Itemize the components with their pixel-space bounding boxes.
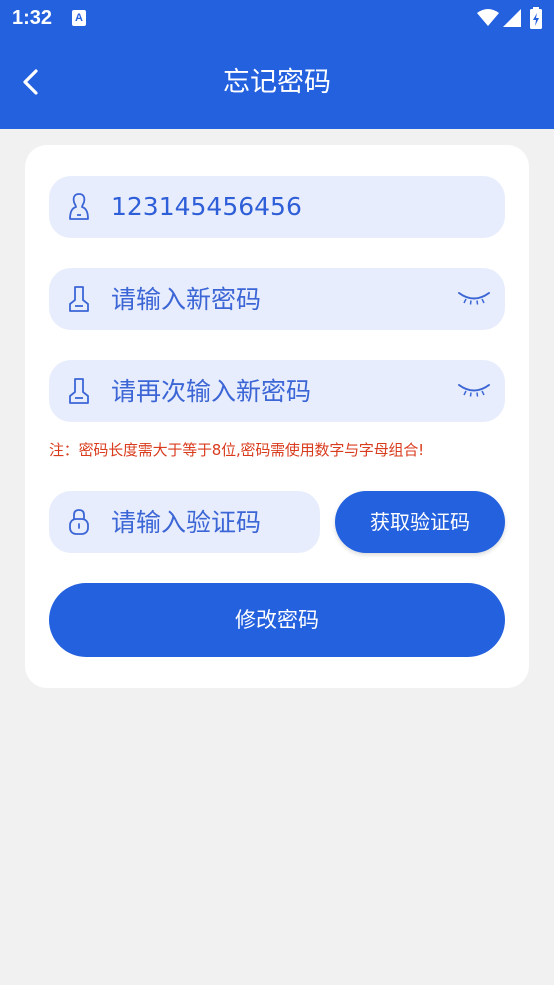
new-password-field: [49, 268, 505, 330]
page-title: 忘记密码: [223, 67, 331, 98]
wifi-icon: [477, 9, 499, 26]
notification-icon: A: [72, 10, 86, 26]
password-rule-note: 注：密码长度需大于等于8位,密码需使用数字与字母组合!: [49, 441, 424, 459]
phone-field[interactable]: 123145456456: [49, 176, 505, 238]
signal-icon: [503, 9, 521, 27]
lock-icon: [69, 509, 89, 535]
header-bar: 忘记密码: [0, 38, 554, 129]
form-card: 123145456456 注：密码长度需大于等于8位,密码需使用数字与字母组合!…: [25, 145, 529, 688]
status-time: 1:32: [12, 7, 53, 29]
verification-code-input[interactable]: [111, 491, 311, 553]
password-icon: [69, 286, 89, 312]
new-password-input[interactable]: [111, 268, 441, 330]
phone-value: 123145456456: [111, 192, 302, 221]
user-icon: [69, 193, 89, 220]
change-password-button[interactable]: 修改密码: [49, 583, 505, 657]
confirm-password-field: [49, 360, 505, 422]
confirm-password-input[interactable]: [111, 360, 441, 422]
battery-icon: [530, 7, 542, 29]
status-bar: 1:32 A: [0, 0, 554, 38]
eye-closed-icon[interactable]: [457, 288, 491, 308]
eye-closed-icon[interactable]: [457, 380, 491, 400]
get-code-button[interactable]: 获取验证码: [335, 491, 505, 553]
password-icon: [69, 378, 89, 404]
verification-code-field: [49, 491, 320, 553]
